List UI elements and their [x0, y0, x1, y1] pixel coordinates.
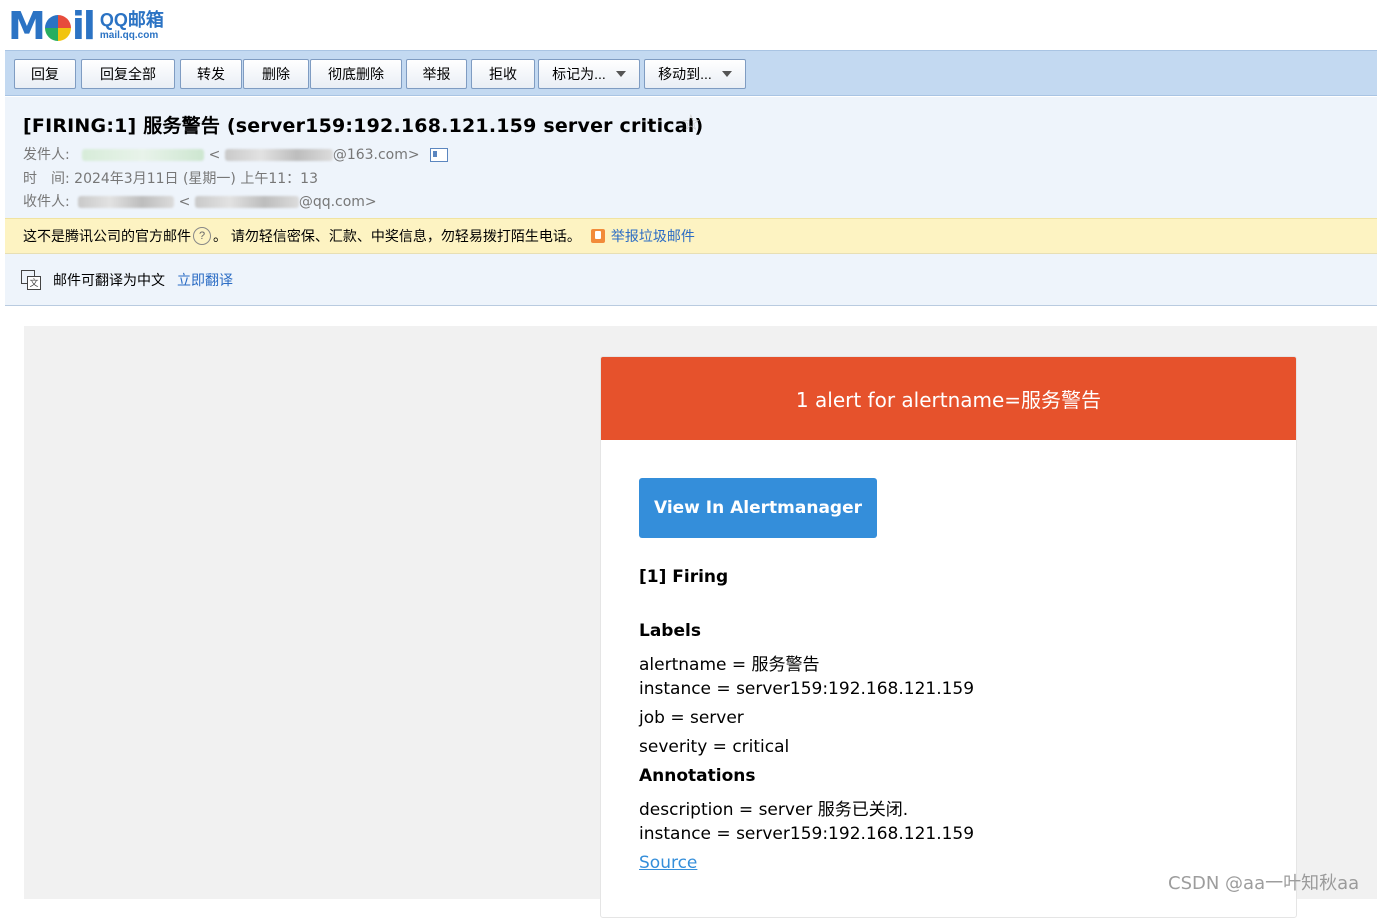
- translate-now-link[interactable]: 立即翻译: [177, 270, 233, 290]
- redacted-recipient-address: [194, 196, 299, 208]
- translate-icon: 文: [21, 269, 41, 290]
- move-to-label: 移动到...: [658, 66, 712, 82]
- translate-text: 邮件可翻译为中文: [53, 271, 165, 288]
- help-icon[interactable]: ?: [193, 227, 211, 245]
- to-row: 收件人: < @qq.com>: [23, 194, 377, 210]
- label-severity: severity = critical: [639, 737, 790, 757]
- to-label: 收件人:: [23, 194, 70, 210]
- label-instance: instance = server159:192.168.121.159: [639, 679, 975, 699]
- delete-button[interactable]: 删除: [243, 59, 309, 89]
- toolbar: 回复 回复全部 转发 删除 彻底删除 举报 拒收 标记为... 移动到...: [5, 50, 1377, 96]
- from-label: 发件人:: [23, 147, 70, 163]
- reply-button[interactable]: 回复: [14, 59, 76, 89]
- alert-header: 1 alert for alertname=服务警告: [601, 357, 1296, 440]
- alert-card: 1 alert for alertname=服务警告 View In Alert…: [600, 356, 1297, 918]
- firing-count: [1] Firing: [639, 567, 729, 587]
- report-button[interactable]: 举报: [406, 59, 467, 89]
- email-body: 1 alert for alertname=服务警告 View In Alert…: [24, 326, 1377, 918]
- labels-heading: Labels: [639, 621, 701, 641]
- star-icon[interactable]: ☆: [681, 110, 701, 136]
- label-job: job = server: [639, 708, 744, 728]
- email-subject: [FIRING:1] 服务警告 (server159:192.168.121.1…: [23, 115, 704, 137]
- translate-bar: 文 邮件可翻译为中文 立即翻译: [5, 254, 1377, 306]
- annotation-instance: instance = server159:192.168.121.159: [639, 824, 975, 844]
- redacted-sender-name: [82, 149, 205, 161]
- contact-card-icon[interactable]: [430, 148, 449, 162]
- time-value: 2024年3月11日 (星期一) 上午11：13: [74, 171, 318, 187]
- time-row: 时 间: 2024年3月11日 (星期一) 上午11：13: [23, 168, 318, 188]
- chevron-down-icon: [615, 71, 626, 77]
- report-spam-icon: [590, 229, 605, 243]
- report-spam-link[interactable]: 举报垃圾邮件: [611, 226, 695, 246]
- logo-o-icon: [44, 15, 71, 41]
- delete-permanently-button[interactable]: 彻底删除: [310, 59, 402, 89]
- email-header: [FIRING:1] 服务警告 (server159:192.168.121.1…: [5, 97, 1377, 218]
- mark-as-label: 标记为...: [552, 66, 606, 82]
- security-warning-bar: 这不是腾讯公司的官方邮件 ? 。 请勿轻信密保、汇款、中奖信息，勿轻易拨打陌生电…: [5, 218, 1377, 254]
- forward-button[interactable]: 转发: [180, 59, 242, 89]
- source-link[interactable]: Source: [639, 853, 697, 873]
- from-row: 发件人: < @163.com>: [23, 144, 449, 164]
- mark-as-dropdown[interactable]: 标记为...: [538, 59, 640, 89]
- to-address-suffix: @qq.com>: [298, 194, 377, 210]
- redacted-recipient-name: [78, 196, 175, 208]
- label-alertname: alertname = 服务警告: [639, 655, 820, 675]
- logo-cn-text: QQ邮箱: [99, 10, 164, 30]
- csdn-watermark: CSDN @aa一叶知秋aa: [1168, 873, 1360, 894]
- reject-button[interactable]: 拒收: [471, 59, 535, 89]
- move-to-dropdown[interactable]: 移动到...: [644, 59, 746, 89]
- annotations-heading: Annotations: [639, 766, 756, 786]
- from-address-suffix: @163.com>: [332, 147, 420, 163]
- chevron-down-icon: [721, 71, 732, 77]
- qq-mail-logo[interactable]: Mil QQ邮箱 mail.qq.com: [8, 6, 164, 46]
- warning-text-1: 这不是腾讯公司的官方邮件: [23, 228, 191, 244]
- reply-all-button[interactable]: 回复全部: [81, 59, 175, 89]
- view-in-alertmanager-button[interactable]: View In Alertmanager: [639, 478, 877, 538]
- warning-text-2: 。 请勿轻信密保、汇款、中奖信息，勿轻易拨打陌生电话。: [213, 228, 581, 244]
- redacted-sender-address: [224, 149, 333, 161]
- time-label: 时 间:: [23, 171, 70, 187]
- annotation-description: description = server 服务已关闭.: [639, 800, 909, 820]
- logo-en-text: mail.qq.com: [99, 30, 159, 41]
- logo-mark: Mil: [8, 4, 96, 48]
